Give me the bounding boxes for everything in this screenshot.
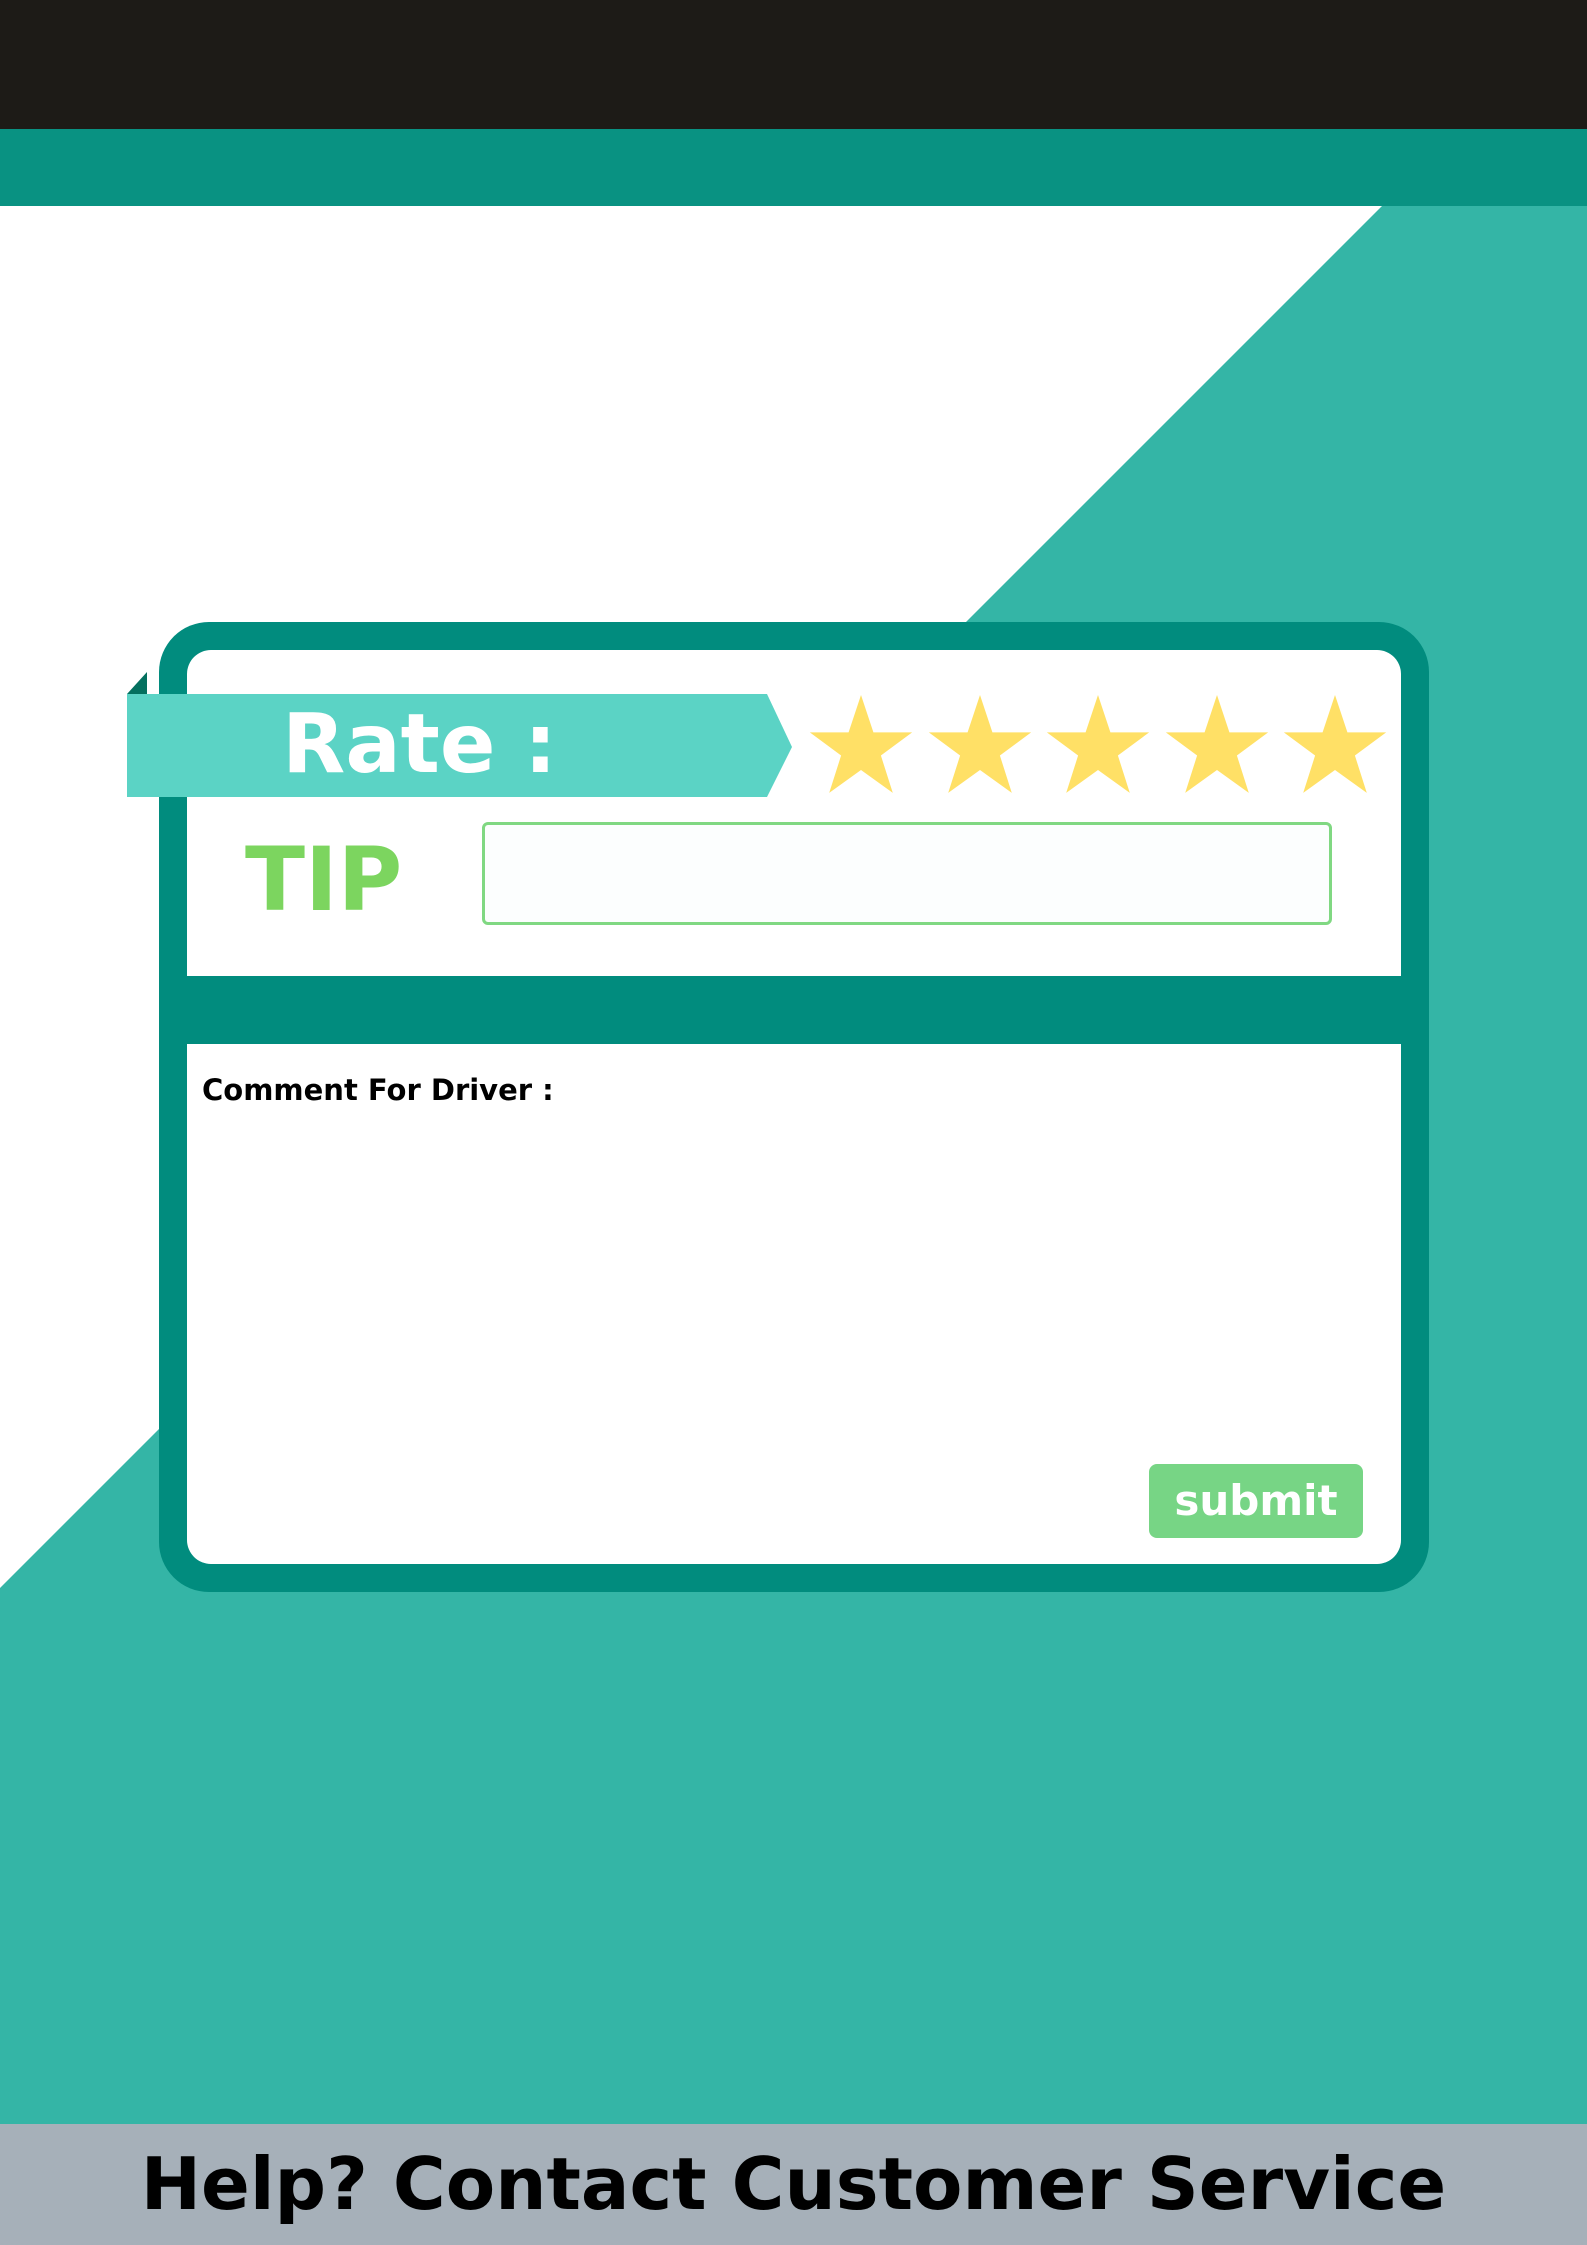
comment-label: Comment For Driver : — [202, 1073, 554, 1107]
top-bar — [0, 0, 1587, 129]
tip-input[interactable] — [482, 822, 1332, 925]
customer-service-link[interactable]: Help? Contact Customer Service — [0, 2124, 1587, 2245]
star-icon[interactable] — [808, 695, 914, 795]
footer: Help? Contact Customer Service — [0, 2124, 1587, 2245]
star-icon[interactable] — [1045, 695, 1151, 795]
star-icon[interactable] — [1282, 695, 1388, 795]
comment-textarea[interactable] — [202, 1120, 1386, 1454]
tip-label: TIP — [245, 828, 403, 931]
submit-button[interactable]: submit — [1149, 1464, 1363, 1538]
rate-label: Rate : — [282, 697, 557, 792]
star-icon[interactable] — [1164, 695, 1270, 795]
header-band — [0, 129, 1587, 206]
star-rating[interactable] — [808, 695, 1388, 800]
star-icon[interactable] — [927, 695, 1033, 795]
